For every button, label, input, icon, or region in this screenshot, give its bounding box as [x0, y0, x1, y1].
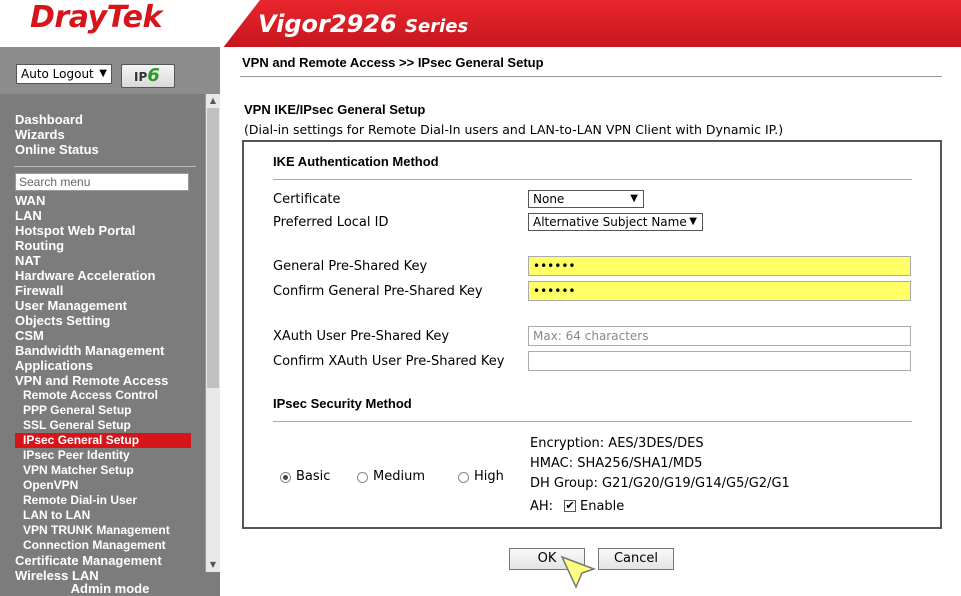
breadcrumb: VPN and Remote Access >> IPsec General S… [242, 55, 544, 70]
auto-logout-select[interactable]: Auto Logout ▼ [16, 64, 112, 84]
menu-online-status[interactable]: Online Status [15, 142, 99, 157]
scroll-down-icon[interactable]: ▼ [206, 558, 220, 572]
certificate-label: Certificate [273, 192, 341, 207]
sidebar-top: Auto Logout ▼ IP6 [0, 47, 220, 94]
psk-confirm-input[interactable]: •••••• [528, 281, 911, 301]
ipsec-divider [273, 421, 912, 422]
psk-input[interactable]: •••••• [528, 256, 911, 276]
scroll-up-icon[interactable]: ▲ [206, 94, 220, 108]
breadcrumb-divider [240, 76, 942, 77]
xauth-psk-confirm-input[interactable] [528, 351, 911, 371]
menu-scrollbar[interactable]: ▲ ▼ [205, 94, 220, 572]
submenu-ipsec-peer-identity[interactable]: IPsec Peer Identity [23, 448, 130, 463]
menu-applications[interactable]: Applications [15, 358, 93, 373]
ipv6-button[interactable]: IP6 [121, 64, 175, 88]
menu-nat[interactable]: NAT [15, 253, 41, 268]
menu-bandwidth-management[interactable]: Bandwidth Management [15, 343, 165, 358]
xauth-psk-label: XAuth User Pre-Shared Key [273, 329, 450, 344]
menu-dashboard[interactable]: Dashboard [15, 112, 83, 127]
submenu-connection-management[interactable]: Connection Management [23, 538, 166, 553]
preferred-local-id-label: Preferred Local ID [273, 215, 389, 230]
main-content: VPN and Remote Access >> IPsec General S… [220, 47, 961, 596]
ah-label: AH: [530, 499, 554, 514]
menu-routing[interactable]: Routing [15, 238, 64, 253]
certificate-select[interactable]: None ▼ [528, 190, 644, 208]
admin-mode-label: Admin mode [70, 581, 150, 596]
menu-area: Dashboard Wizards Online Status Search m… [0, 94, 205, 596]
submenu-ipsec-general-setup[interactable]: IPsec General Setup [15, 433, 191, 448]
ike-auth-heading: IKE Authentication Method [273, 154, 439, 169]
xauth-psk-input[interactable]: Max: 64 characters [528, 326, 911, 346]
xauth-psk-confirm-label: Confirm XAuth User Pre-Shared Key [273, 354, 505, 369]
psk-label: General Pre-Shared Key [273, 259, 428, 274]
menu-wizards[interactable]: Wizards [15, 127, 65, 142]
submenu-remote-dial-in-user[interactable]: Remote Dial-in User [23, 493, 137, 508]
menu-csm[interactable]: CSM [15, 328, 44, 343]
hmac-info: HMAC: SHA256/SHA1/MD5 [530, 456, 703, 471]
model-name: Vigor2926 [258, 10, 397, 38]
psk-confirm-label: Confirm General Pre-Shared Key [273, 284, 483, 299]
ipv6-label: IP [134, 70, 148, 84]
submenu-lan-to-lan[interactable]: LAN to LAN [23, 508, 90, 523]
radio-high-label: High [474, 469, 504, 484]
menu-wan[interactable]: WAN [15, 193, 45, 208]
submenu-ssl-general-setup[interactable]: SSL General Setup [23, 418, 131, 433]
radio-basic[interactable] [280, 472, 291, 483]
sidebar: Auto Logout ▼ IP6 Dashboard Wizards Onli… [0, 47, 220, 596]
ike-divider [273, 179, 912, 180]
model-series: Series [405, 16, 469, 37]
dh-group-info: DH Group: G21/G20/G19/G14/G5/G2/G1 [530, 476, 790, 491]
submenu-remote-access-control[interactable]: Remote Access Control [23, 388, 158, 403]
page-description: (Dial-in settings for Remote Dial-In use… [244, 122, 784, 137]
menu-objects-setting[interactable]: Objects Setting [15, 313, 110, 328]
certificate-value: None [533, 192, 565, 206]
mouse-cursor-icon [560, 555, 597, 589]
scroll-thumb[interactable] [207, 108, 219, 388]
dropdown-arrow-icon: ▼ [99, 68, 107, 79]
page-title: VPN IKE/IPsec General Setup [244, 102, 426, 117]
preferred-local-id-select[interactable]: Alternative Subject Name ▼ [528, 213, 703, 231]
submenu-vpn-matcher-setup[interactable]: VPN Matcher Setup [23, 463, 134, 478]
radio-medium-label: Medium [373, 469, 425, 484]
radio-medium[interactable] [357, 472, 368, 483]
ipsec-security-heading: IPsec Security Method [273, 396, 412, 411]
search-menu-input[interactable]: Search menu [15, 173, 189, 191]
submenu-ppp-general-setup[interactable]: PPP General Setup [23, 403, 132, 418]
radio-high[interactable] [458, 472, 469, 483]
ipv6-six-icon: 6 [147, 65, 160, 86]
submenu-vpn-trunk-management[interactable]: VPN TRUNK Management [23, 523, 170, 538]
settings-panel: IKE Authentication Method Certificate No… [242, 140, 942, 529]
menu-hardware-acceleration[interactable]: Hardware Acceleration [15, 268, 155, 283]
auto-logout-label: Auto Logout [21, 67, 94, 81]
ah-enable-checkbox[interactable]: ✔ [564, 500, 576, 512]
logo-area: DrayTek [0, 0, 260, 47]
encryption-info: Encryption: AES/3DES/DES [530, 436, 704, 451]
menu-vpn-remote-access[interactable]: VPN and Remote Access [15, 373, 168, 388]
radio-basic-label: Basic [296, 469, 331, 484]
draytek-logo[interactable]: DrayTek [30, 0, 162, 35]
ah-enable-label: Enable [580, 499, 625, 514]
menu-firewall[interactable]: Firewall [15, 283, 63, 298]
menu-hotspot-web-portal[interactable]: Hotspot Web Portal [15, 223, 135, 238]
menu-certificate-management[interactable]: Certificate Management [15, 553, 162, 568]
menu-separator [14, 166, 196, 167]
dropdown-arrow-icon: ▼ [630, 193, 638, 204]
cancel-button[interactable]: Cancel [598, 548, 674, 570]
preferred-local-id-value: Alternative Subject Name [533, 215, 687, 229]
dropdown-arrow-icon: ▼ [689, 216, 697, 227]
model-title: Vigor2926 Series [258, 10, 468, 38]
menu-user-management[interactable]: User Management [15, 298, 127, 313]
submenu-openvpn[interactable]: OpenVPN [23, 478, 78, 493]
menu-lan[interactable]: LAN [15, 208, 42, 223]
app-header: DrayTek Vigor2926 Series [0, 0, 961, 47]
